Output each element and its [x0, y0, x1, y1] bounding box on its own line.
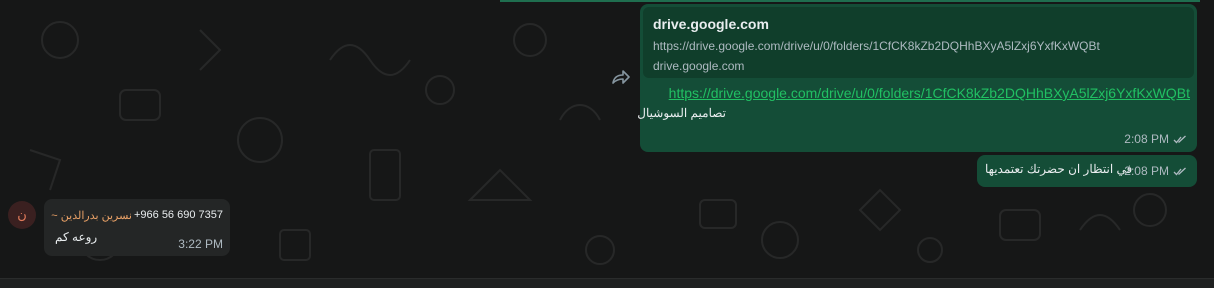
forward-button[interactable] — [610, 66, 632, 88]
link-preview-title: drive.google.com — [653, 16, 769, 32]
top-edge-accent — [500, 0, 1200, 2]
link-preview-domain: drive.google.com — [653, 59, 745, 73]
link-preview-url: https://drive.google.com/drive/u/0/folde… — [653, 39, 1100, 53]
double-check-icon — [1173, 167, 1186, 175]
forward-icon — [612, 70, 630, 84]
message-time: 3:22 PM — [178, 237, 223, 251]
link-preview-card[interactable]: drive.google.com https://drive.google.co… — [643, 7, 1194, 78]
message-link[interactable]: https://drive.google.com/drive/u/0/folde… — [669, 85, 1190, 101]
sender-avatar[interactable]: ن — [8, 201, 36, 229]
message-text: في انتظار ان حضرتك تعتمديها — [985, 162, 1133, 176]
message-meta: 2:08 PM — [1124, 132, 1187, 146]
double-check-icon — [1173, 135, 1186, 143]
sender-phone: +966 56 690 7357 — [133, 209, 223, 221]
incoming-message[interactable]: ~ نسرين بدرالدين +966 56 690 7357 روعه ك… — [44, 199, 230, 256]
message-caption: تصاميم السوشيال — [637, 106, 726, 120]
message-time: 2:08 PM — [1124, 164, 1169, 178]
message-meta: 2:08 PM — [1124, 164, 1187, 178]
outgoing-message-link[interactable]: drive.google.com https://drive.google.co… — [637, 4, 1197, 152]
outgoing-message-text[interactable]: في انتظار ان حضرتك تعتمديها 2:08 PM — [977, 155, 1197, 187]
message-text: روعه كم — [55, 230, 98, 244]
sender-info[interactable]: ~ نسرين بدرالدين +966 56 690 7357 — [51, 209, 223, 222]
sender-name: ~ نسرين بدرالدين — [51, 210, 132, 222]
message-time: 2:08 PM — [1124, 132, 1169, 146]
